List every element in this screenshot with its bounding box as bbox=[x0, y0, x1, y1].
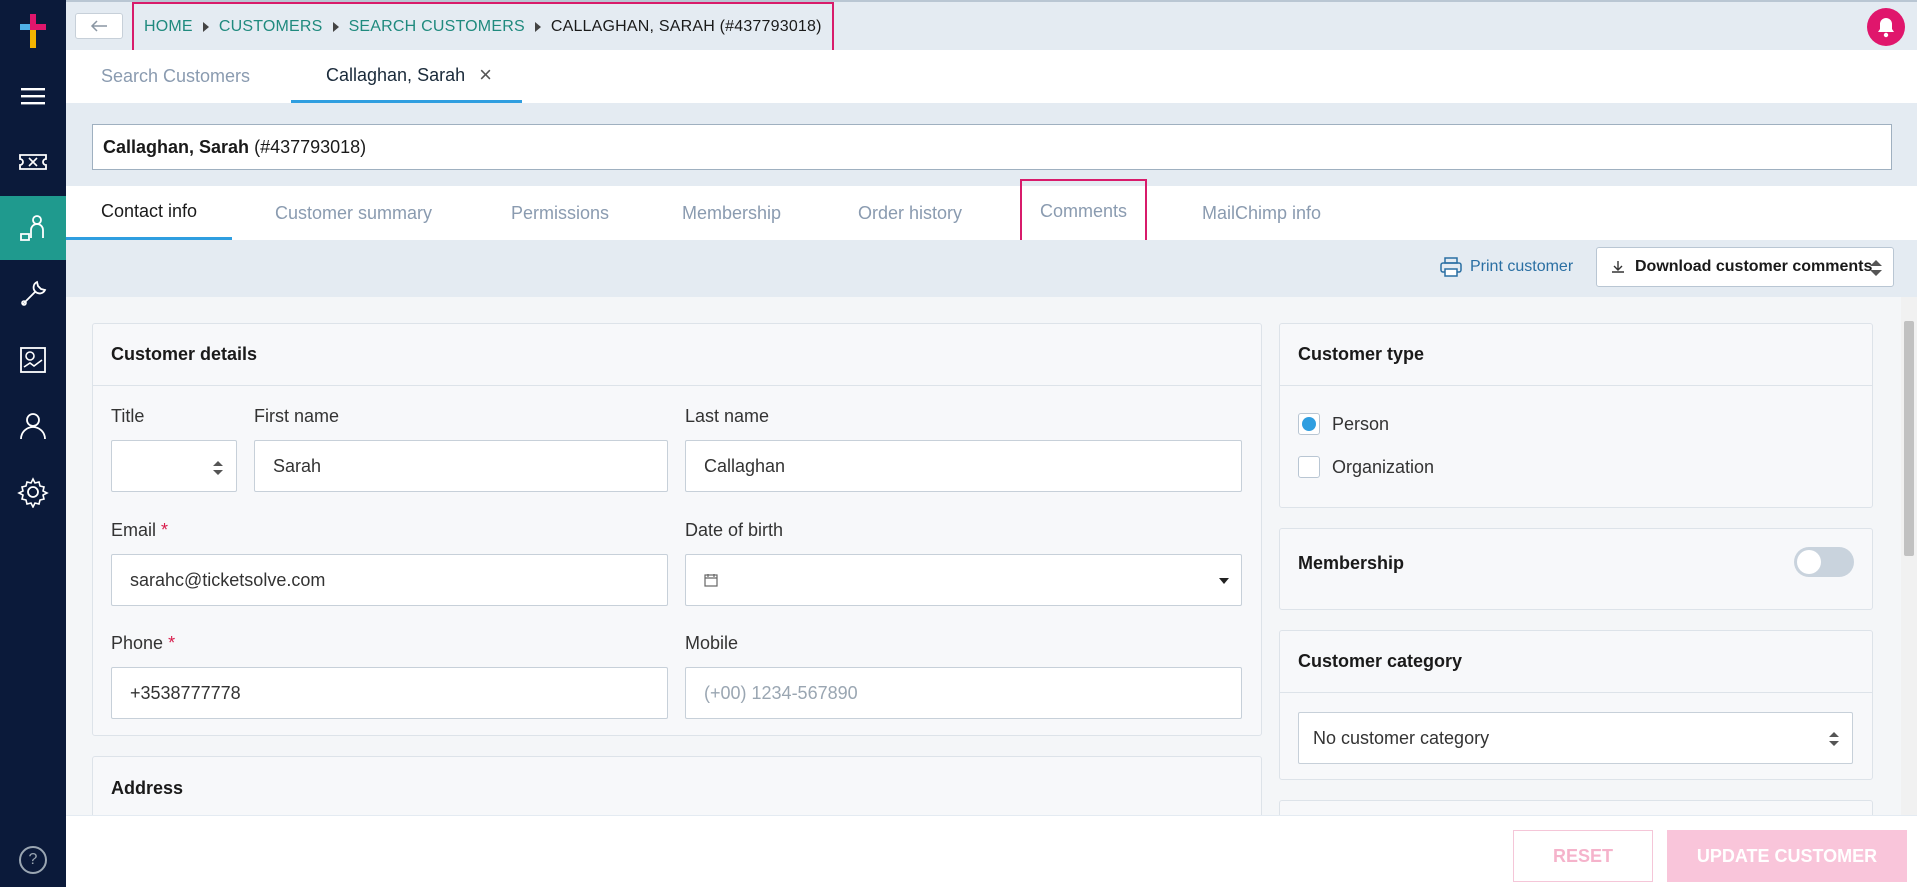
menu-icon[interactable] bbox=[0, 64, 66, 128]
tab-membership[interactable]: Membership bbox=[682, 186, 781, 240]
breadcrumb-search-customers[interactable]: SEARCH CUSTOMERS bbox=[349, 18, 525, 36]
mobile-input[interactable]: (+00) 1234-567890 bbox=[685, 667, 1242, 719]
tab-label: Search Customers bbox=[101, 66, 251, 86]
tab-customer[interactable]: Callaghan, Sarah × bbox=[291, 50, 522, 103]
logo-icon[interactable] bbox=[18, 14, 48, 48]
phone-label: Phone * bbox=[111, 633, 175, 654]
tab-search-customers[interactable]: Search Customers bbox=[101, 50, 250, 103]
breadcrumb-separator-icon bbox=[202, 22, 209, 32]
title-select[interactable] bbox=[111, 440, 237, 492]
scrollbar[interactable] bbox=[1901, 297, 1917, 815]
calendar-icon bbox=[704, 574, 718, 587]
radio-person[interactable] bbox=[1298, 413, 1320, 435]
customer-title: Callaghan, Sarah (#437793018) bbox=[92, 124, 1892, 170]
tab-label: Callaghan, Sarah bbox=[326, 64, 466, 85]
customer-category-select[interactable]: No customer category bbox=[1298, 712, 1853, 764]
tab-contact-info[interactable]: Contact info bbox=[66, 186, 233, 240]
first-name-input[interactable]: Sarah bbox=[254, 440, 668, 492]
address-heading: Address bbox=[111, 777, 184, 798]
membership-card: Membership bbox=[1279, 528, 1873, 610]
section-tabs: Contact info Customer summary Permission… bbox=[66, 179, 1917, 243]
tab-permissions[interactable]: Permissions bbox=[511, 186, 609, 240]
reset-button[interactable]: RESET bbox=[1513, 830, 1653, 882]
sidebar: ? bbox=[0, 0, 66, 887]
last-name-input[interactable]: Callaghan bbox=[685, 440, 1242, 492]
customer-type-organization[interactable]: Organization bbox=[1298, 456, 1434, 478]
breadcrumb-home[interactable]: HOME bbox=[144, 18, 193, 36]
top-bar: HOME CUSTOMERS SEARCH CUSTOMERS CALLAGHA… bbox=[66, 0, 1917, 52]
email-label: Email * bbox=[111, 520, 168, 541]
tab-customer-summary[interactable]: Customer summary bbox=[275, 186, 432, 240]
updown-chevron-icon bbox=[1870, 260, 1882, 276]
customer-category-value: No customer category bbox=[1313, 727, 1490, 748]
download-label: Download customer comments bbox=[1635, 258, 1873, 275]
phone-label-text: Phone bbox=[111, 633, 164, 653]
bell-icon[interactable] bbox=[1867, 8, 1905, 46]
customer-category-card: Customer category No customer category bbox=[1279, 630, 1873, 780]
main-content: Customer details Title First name Sarah … bbox=[66, 297, 1901, 815]
action-bar: Print customer Download customer comment… bbox=[66, 240, 1917, 297]
required-mark: * bbox=[168, 633, 176, 653]
update-customer-button[interactable]: UPDATE CUSTOMER bbox=[1667, 830, 1907, 882]
footer: RESET UPDATE CUSTOMER bbox=[66, 815, 1917, 887]
customer-type-person[interactable]: Person bbox=[1298, 413, 1389, 435]
customer-type-heading: Customer type bbox=[1280, 324, 1872, 386]
reports-icon[interactable] bbox=[0, 328, 66, 392]
title-label: Title bbox=[111, 406, 145, 426]
radio-label: Person bbox=[1332, 413, 1390, 434]
dob-label: Date of birth bbox=[685, 520, 784, 540]
email-label-text: Email bbox=[111, 520, 157, 540]
customer-details-heading: Customer details bbox=[93, 324, 1261, 386]
breadcrumb-current: CALLAGHAN, SARAH (#437793018) bbox=[550, 18, 822, 35]
radio-organization[interactable] bbox=[1298, 456, 1320, 478]
membership-toggle[interactable] bbox=[1794, 547, 1854, 577]
required-mark: * bbox=[161, 520, 169, 540]
breadcrumb-customers[interactable]: CUSTOMERS bbox=[219, 18, 323, 36]
print-label: Print customer bbox=[1470, 258, 1574, 275]
user-icon[interactable] bbox=[0, 394, 66, 458]
customer-name: Callaghan, Sarah bbox=[103, 136, 250, 157]
next-card bbox=[1279, 800, 1873, 815]
customers-icon[interactable] bbox=[0, 196, 66, 260]
customer-category-heading: Customer category bbox=[1280, 631, 1872, 693]
customer-details-card: Customer details Title First name Sarah … bbox=[92, 323, 1262, 736]
settings-icon[interactable] bbox=[0, 460, 66, 524]
print-icon bbox=[1440, 257, 1462, 277]
scrollbar-thumb[interactable] bbox=[1904, 321, 1914, 556]
membership-heading: Membership bbox=[1298, 552, 1405, 573]
print-customer-link[interactable]: Print customer bbox=[1440, 257, 1573, 277]
customer-id: (#437793018) bbox=[254, 136, 367, 157]
first-name-label: First name bbox=[254, 406, 340, 426]
breadcrumb-separator-icon bbox=[534, 22, 541, 32]
back-arrow-icon[interactable] bbox=[75, 13, 123, 39]
email-input[interactable]: sarahc@ticketsolve.com bbox=[111, 554, 668, 606]
customer-header-band: Callaghan, Sarah (#437793018) bbox=[66, 103, 1917, 186]
tickets-icon[interactable] bbox=[0, 130, 66, 194]
radio-label: Organization bbox=[1332, 456, 1435, 477]
help-icon[interactable]: ? bbox=[19, 846, 47, 874]
tools-icon[interactable] bbox=[0, 262, 66, 326]
page-tabs: Search Customers Callaghan, Sarah × bbox=[66, 50, 1917, 103]
customer-type-card: Customer type Person Organization bbox=[1279, 323, 1873, 508]
download-icon bbox=[1612, 261, 1624, 273]
mobile-label: Mobile bbox=[685, 633, 739, 653]
breadcrumb-separator-icon bbox=[332, 22, 339, 32]
last-name-label: Last name bbox=[685, 406, 770, 426]
updown-chevron-icon bbox=[213, 461, 223, 475]
address-card: Address bbox=[92, 756, 1262, 815]
breadcrumb: HOME CUSTOMERS SEARCH CUSTOMERS CALLAGHA… bbox=[132, 2, 834, 52]
phone-input[interactable]: +3538777778 bbox=[111, 667, 668, 719]
close-icon[interactable]: × bbox=[479, 62, 492, 88]
tab-mailchimp-info[interactable]: MailChimp info bbox=[1202, 186, 1321, 240]
download-comments-select[interactable]: Download customer comments bbox=[1596, 247, 1894, 287]
dob-input[interactable] bbox=[685, 554, 1242, 606]
chevron-down-icon bbox=[1219, 578, 1229, 584]
tab-comments[interactable]: Comments bbox=[1020, 179, 1148, 243]
updown-chevron-icon bbox=[1829, 732, 1839, 746]
tab-order-history[interactable]: Order history bbox=[858, 186, 962, 240]
